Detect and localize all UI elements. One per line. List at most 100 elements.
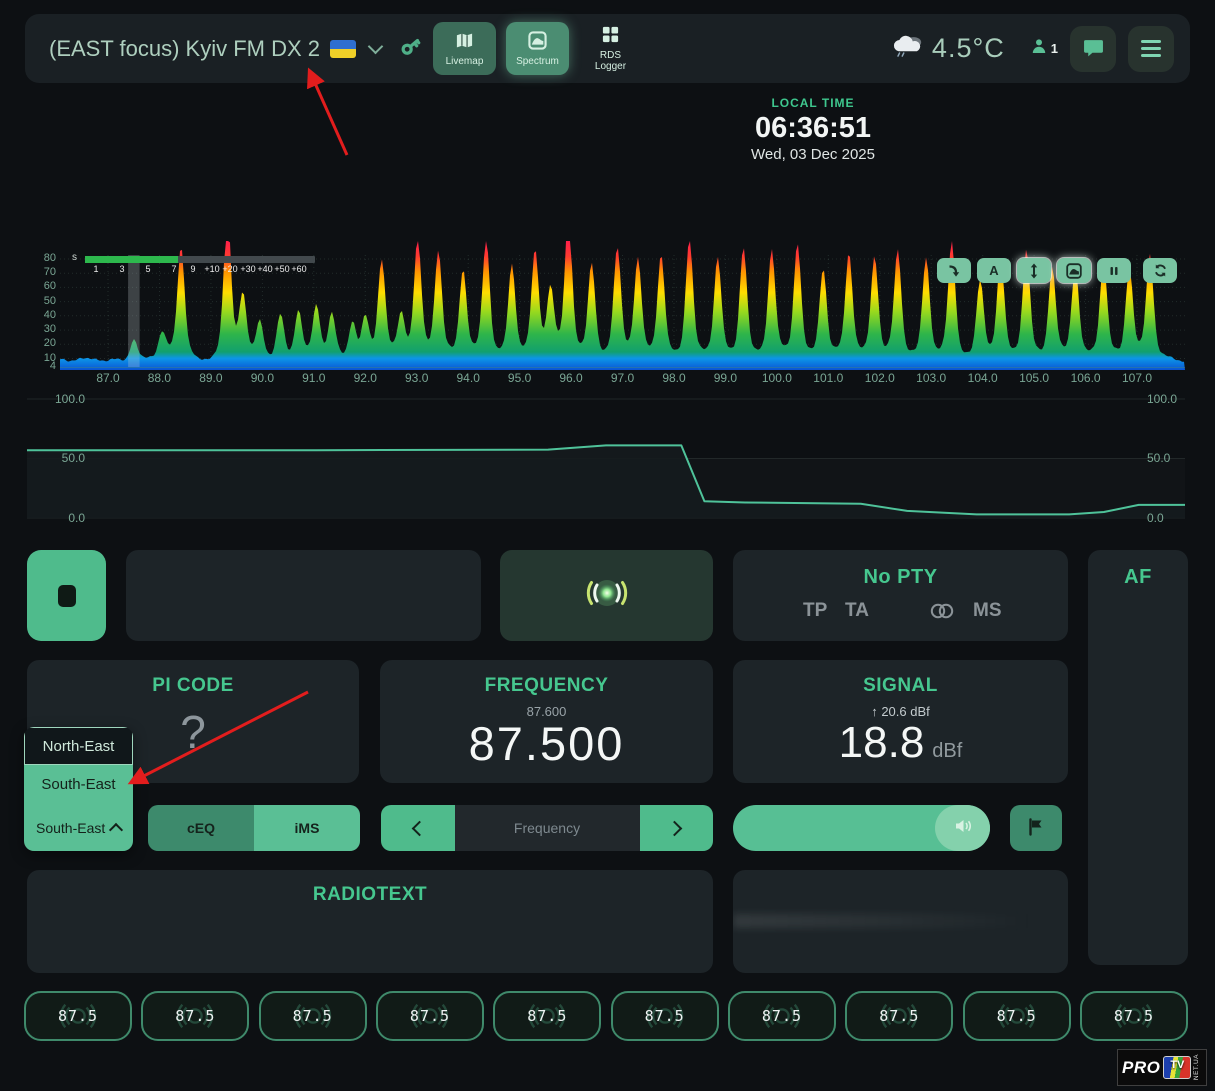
spectrum-x-tick: 87.0 [96,371,119,385]
grid-icon [601,25,620,47]
smeter-bar [85,256,315,263]
smeter-tick: 9 [190,264,195,274]
preset-button[interactable]: 87.5 [611,991,719,1041]
protv-logo[interactable]: PRO TV NET.UA [1117,1049,1207,1086]
preset-button[interactable]: 87.5 [24,991,132,1041]
listener-count-value: 1 [1051,41,1058,56]
station-title[interactable]: (EAST focus) Kyiv FM DX 2 [49,36,320,62]
chevron-left-icon [412,820,428,836]
spectrum-x-tick: 91.0 [302,371,325,385]
chat-button[interactable] [1070,26,1116,72]
history-y-tick: 100.0 [37,392,85,406]
spectrum-x-tick: 100.0 [762,371,792,385]
menu-button[interactable] [1128,26,1174,72]
livemap-button[interactable]: Livemap [433,22,496,75]
preset-frequency: 87.5 [58,1007,98,1025]
snap-down-button[interactable] [937,258,971,283]
auto-scale-button[interactable]: A [977,258,1011,283]
pty-panel: No PTY TP TA MS [733,550,1068,641]
fmdx-app: (EAST focus) Kyiv FM DX 2 Livemap Spectr… [0,0,1215,1091]
spectrum-y-tick: 30 [30,323,56,335]
graph-style-button[interactable] [1057,258,1091,283]
frequency-up-button[interactable] [640,805,714,851]
volume-slider[interactable] [733,805,990,851]
history-y-tick: 50.0 [37,451,85,465]
spectrum-graph[interactable]: 80706050403020104 87.088.089.090.091.092… [30,250,1188,386]
signal-panel: SIGNAL ↑ 20.6 dBf 18.8 dBf [733,660,1068,783]
spectrum-button[interactable]: Spectrum [506,22,569,75]
preset-button[interactable]: 87.5 [845,991,953,1041]
signal-history-graph[interactable]: 100.050.00.0 100.050.00.0 [27,392,1185,534]
smeter-tick: 3 [119,264,124,274]
map-icon [455,31,474,53]
preset-frequency: 87.5 [1114,1007,1154,1025]
pause-button[interactable] [1097,258,1131,283]
audio-mode-buttons: cEQ iMS [148,805,360,851]
spectrum-y-tick: 40 [30,309,56,321]
volume-thumb[interactable] [935,805,990,851]
chat-icon [1083,37,1104,61]
pi-code-value: ? [180,705,206,759]
spectrum-label: Spectrum [516,56,559,67]
af-list-panel: AF [1088,550,1188,965]
chevron-down-icon[interactable] [368,39,384,55]
spectrum-y-tick: 60 [30,280,56,292]
user-icon [1031,38,1047,59]
spectrum-toolbar: A [937,258,1177,283]
smeter-tick: 1 [93,264,98,274]
smeter-tick: +50 [274,264,289,274]
spectrum-x-tick: 105.0 [1019,371,1049,385]
ceq-button[interactable]: cEQ [148,805,254,851]
spectrum-y-tick: 20 [30,337,56,349]
logo-pro-text: PRO [1122,1058,1160,1078]
hamburger-icon [1141,40,1161,57]
preset-frequency: 87.5 [527,1007,567,1025]
spectrum-x-tick: 95.0 [508,371,531,385]
preset-button[interactable]: 87.5 [141,991,249,1041]
local-date-value: Wed, 03 Dec 2025 [650,146,976,163]
preset-button[interactable]: 87.5 [728,991,836,1041]
preset-row: 87.587.587.587.587.587.587.587.587.587.5 [24,991,1188,1041]
signal-unit: dBf [932,741,962,761]
pi-code-title: PI CODE [152,675,234,697]
history-y-tick: 100.0 [1147,392,1177,406]
temperature-value: 4.5°C [932,33,1005,64]
antenna-select[interactable]: South-East [24,804,133,851]
ta-flag: TA [845,600,869,622]
spectrum-x-tick: 93.0 [405,371,428,385]
stereo-icon [929,603,955,625]
aux-blur-streak [733,914,1033,928]
preset-button[interactable]: 87.5 [259,991,367,1041]
smeter-tick: +40 [257,264,272,274]
logo-tv-text: TV [1164,1059,1190,1071]
spectrum-y-tick: 4 [30,360,56,372]
ims-button[interactable]: iMS [254,805,360,851]
ukraine-flag-icon [330,40,356,58]
spectrum-y-tick: 50 [30,295,56,307]
frequency-input[interactable] [455,805,640,851]
smeter-tick: 7 [171,264,176,274]
smeter-tick: 5 [145,264,150,274]
key-icon[interactable] [399,34,423,63]
stop-button[interactable] [27,550,106,641]
signal-history-plot [27,392,1185,532]
audio-status-panel[interactable] [500,550,713,641]
signal-value: 18.8 [839,721,925,765]
vertical-zoom-button[interactable] [1017,258,1051,283]
frequency-stepper [381,805,713,851]
preset-button[interactable]: 87.5 [376,991,484,1041]
antenna-option-south-east[interactable]: South-East [24,765,133,804]
smeter-tick: +60 [291,264,306,274]
preset-button[interactable]: 87.5 [1080,991,1188,1041]
flag-button[interactable] [1010,805,1062,851]
spectrum-x-tick: 104.0 [968,371,998,385]
frequency-down-button[interactable] [381,805,455,851]
speaker-icon [954,818,972,839]
antenna-option-north-east[interactable]: North-East [24,727,133,765]
rds-logger-label: RDS Logger [585,50,636,72]
preset-button[interactable]: 87.5 [963,991,1071,1041]
refresh-button[interactable] [1143,258,1177,283]
radiotext-panel: RADIOTEXT [27,870,713,973]
preset-button[interactable]: 87.5 [493,991,601,1041]
rds-logger-button[interactable]: RDS Logger [579,22,642,75]
